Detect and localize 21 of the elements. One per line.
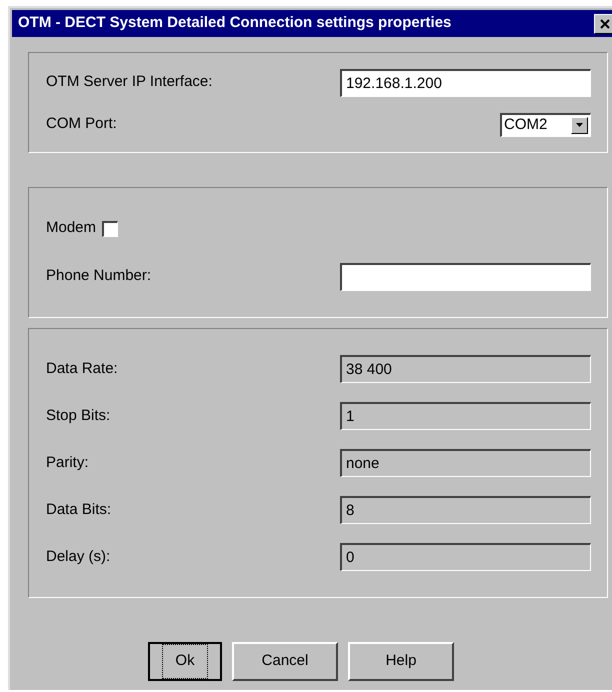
ip-field[interactable]: 192.168.1.200: [340, 68, 591, 96]
field-label: Phone Number:: [46, 266, 152, 286]
field-label: Modem: [46, 218, 96, 238]
field-label: Delay (s):: [46, 546, 110, 567]
close-icon: [600, 18, 610, 28]
modem-checkbox[interactable]: [102, 220, 118, 236]
field-label: Data Bits:: [46, 500, 112, 520]
field-label: Data Rate:: [46, 358, 118, 379]
com-port-dropdown[interactable]: COM2: [500, 112, 591, 136]
dialog-button[interactable]: Cancel: [232, 642, 338, 681]
field-label: Stop Bits:: [46, 406, 110, 426]
phone-number-field[interactable]: [340, 262, 591, 290]
field-label: COM Port:: [46, 114, 117, 134]
caret-icon: [576, 123, 583, 127]
dialog-button[interactable]: Help: [348, 642, 454, 681]
field-label: OTM Server IP Interface:: [46, 72, 212, 92]
window-title: OTM - DECT System Detailed Connection settings properties: [18, 13, 452, 34]
dropdown-button[interactable]: [571, 116, 588, 134]
dialog-button[interactable]: Ok: [148, 642, 222, 681]
field-label: Parity:: [46, 452, 89, 473]
close-button[interactable]: [594, 14, 612, 34]
